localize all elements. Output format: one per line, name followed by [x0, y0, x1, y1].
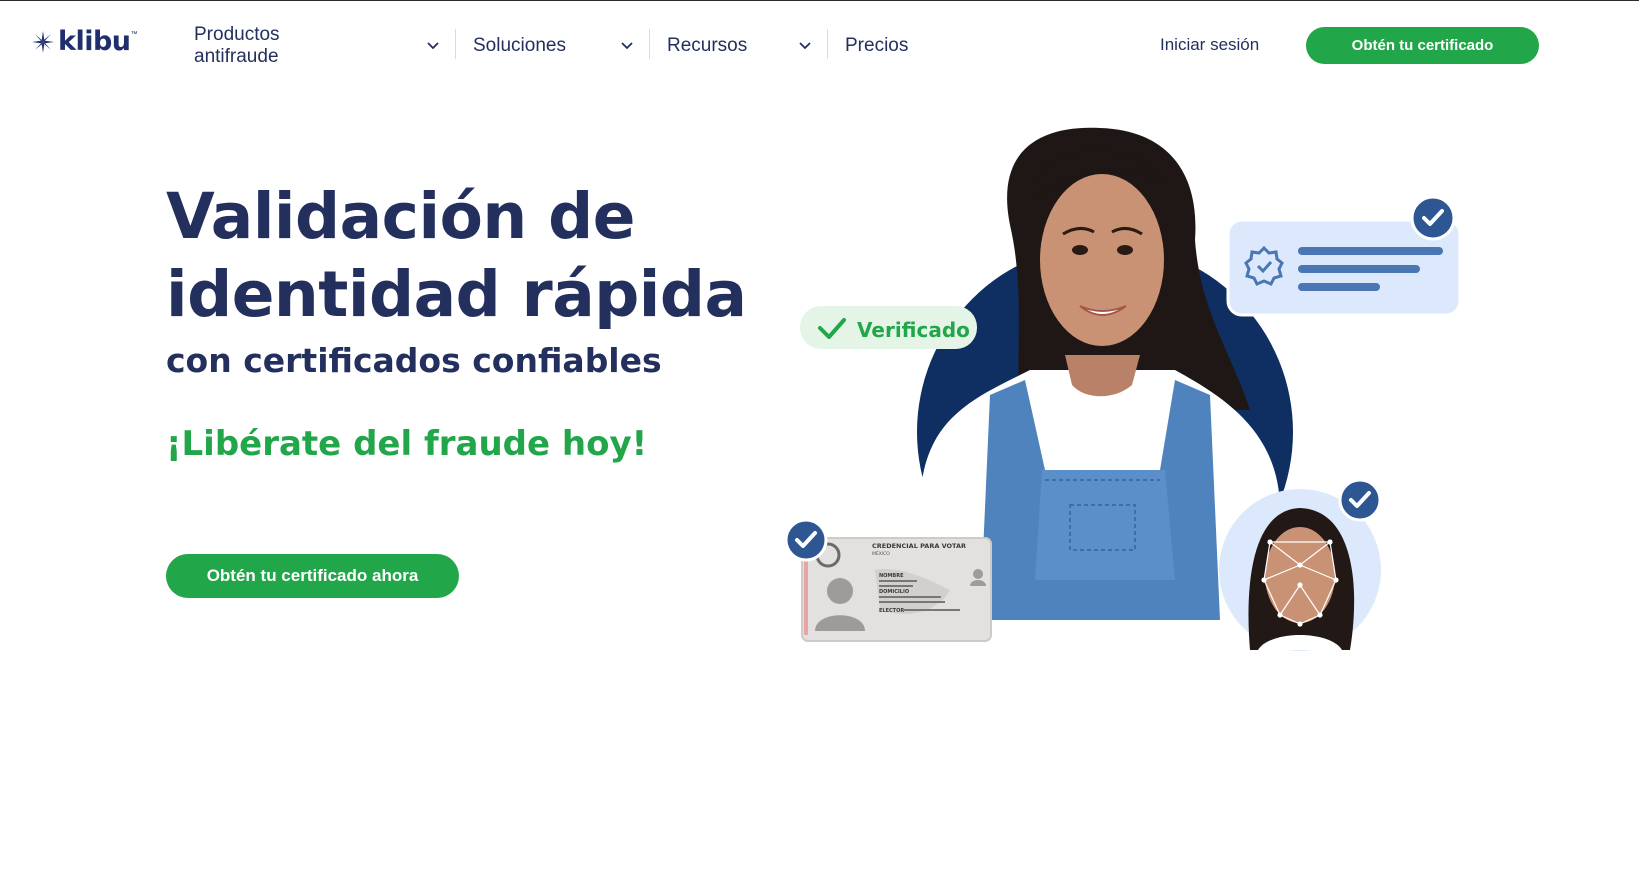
- check-badge-icon: [784, 518, 828, 562]
- logo-wordmark: klibu: [58, 26, 131, 57]
- klibu-logo[interactable]: klibu ™: [30, 27, 138, 57]
- chevron-down-icon[interactable]: [797, 37, 813, 53]
- nav-item-recursos[interactable]: Recursos: [667, 31, 747, 61]
- hero-illustration: Verificado CREDENCIAL PARA VOTAR MÉXICO …: [784, 127, 1462, 651]
- nav-item-label: Soluciones: [473, 35, 566, 56]
- id-card-title: CREDENCIAL PARA VOTAR: [872, 542, 966, 550]
- nav-divider: [455, 29, 456, 59]
- nav-item-productos-antifraude[interactable]: Productos antifraude: [194, 24, 280, 67]
- nav-item-label: Precios: [845, 35, 909, 56]
- hero-title: Validación de identidad rápida: [166, 180, 747, 331]
- id-card-field: NOMBRE: [879, 573, 904, 579]
- voter-id-card: CREDENCIAL PARA VOTAR MÉXICO NOMBRE DOMI…: [784, 518, 992, 642]
- verified-label: Verificado: [857, 318, 970, 342]
- logo-trademark: ™: [130, 31, 138, 38]
- nav-divider: [649, 29, 650, 59]
- hero-slogan: ¡Libérate del fraude hoy!: [166, 424, 648, 464]
- hero-subtitle: con certificados confiables: [166, 341, 662, 380]
- nav-item-precios[interactable]: Precios: [845, 31, 908, 61]
- klibu-burst-icon: [32, 31, 54, 53]
- site-header: klibu ™ Productos antifraude Soluciones …: [0, 1, 1639, 91]
- certificate-card: [1226, 195, 1462, 317]
- nav-item-label: Recursos: [667, 35, 748, 56]
- check-badge-icon: [1338, 478, 1382, 522]
- nav-divider: [827, 29, 828, 59]
- login-link[interactable]: Iniciar sesión: [1160, 35, 1259, 55]
- nav-item-label: Productos antifraude: [194, 24, 280, 67]
- chevron-down-icon[interactable]: [619, 37, 635, 53]
- get-certificate-now-button[interactable]: Obtén tu certificado ahora: [166, 554, 459, 598]
- id-card-field: ELECTOR: [879, 608, 904, 614]
- verified-badge: Verificado: [800, 306, 977, 349]
- get-certificate-button[interactable]: Obtén tu certificado: [1306, 27, 1539, 64]
- check-badge-icon: [1410, 195, 1456, 241]
- id-card-field: DOMICILIO: [879, 589, 909, 595]
- chevron-down-icon[interactable]: [425, 37, 441, 53]
- nav-item-soluciones[interactable]: Soluciones: [473, 31, 566, 61]
